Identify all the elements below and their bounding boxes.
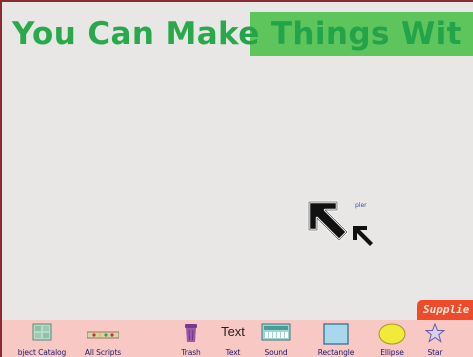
object-catalog-icon bbox=[32, 323, 52, 341]
flap-item-object-catalog[interactable]: bject Catalog bbox=[7, 320, 77, 357]
arrow-pointer-icon bbox=[307, 200, 373, 246]
star-icon bbox=[425, 323, 445, 343]
flap-item-label: Sound bbox=[264, 348, 288, 357]
flap-item-label: bject Catalog bbox=[17, 348, 67, 357]
sound-icon bbox=[261, 323, 291, 341]
all-scripts-icon bbox=[87, 331, 119, 339]
flap-item-text[interactable]: Text Text bbox=[218, 320, 248, 357]
title-part-2-highlighted: e Things Wit bbox=[238, 16, 462, 52]
flap-item-label: Star bbox=[427, 348, 443, 357]
text-icon: Text bbox=[221, 324, 245, 339]
page-title[interactable]: You Can Make Things Wit bbox=[12, 16, 462, 52]
supplies-flap: bject Catalog All Scripts Trash Text Tex… bbox=[2, 320, 473, 357]
trash-icon bbox=[185, 324, 197, 342]
flap-item-all-scripts[interactable]: All Scripts bbox=[78, 320, 128, 357]
world-canvas[interactable]: You Can Make Things Wit pler Supplie bje… bbox=[0, 0, 473, 357]
ellipse-icon bbox=[378, 323, 406, 345]
flap-item-trash[interactable]: Trash bbox=[176, 320, 206, 357]
title-banner[interactable]: You Can Make Things Wit bbox=[2, 12, 473, 56]
flap-item-label: All Scripts bbox=[84, 348, 122, 357]
title-part-1: You Can Mak bbox=[12, 16, 239, 52]
supplies-flap-tab[interactable]: Supplie bbox=[417, 300, 473, 320]
flap-item-rectangle[interactable]: Rectangle bbox=[308, 320, 364, 357]
flap-item-star[interactable]: Star bbox=[420, 320, 450, 357]
flap-item-label: Rectangle bbox=[317, 348, 355, 357]
pointer-label: pler bbox=[355, 202, 367, 209]
arrow-pointer-object[interactable]: pler bbox=[305, 198, 385, 258]
flap-item-label: Trash bbox=[181, 348, 201, 357]
rectangle-icon bbox=[323, 323, 349, 345]
flap-item-sound[interactable]: Sound bbox=[256, 320, 296, 357]
flap-item-ellipse[interactable]: Ellipse bbox=[370, 320, 414, 357]
flap-item-label: Text bbox=[225, 348, 241, 357]
flap-item-label: Ellipse bbox=[380, 348, 404, 357]
